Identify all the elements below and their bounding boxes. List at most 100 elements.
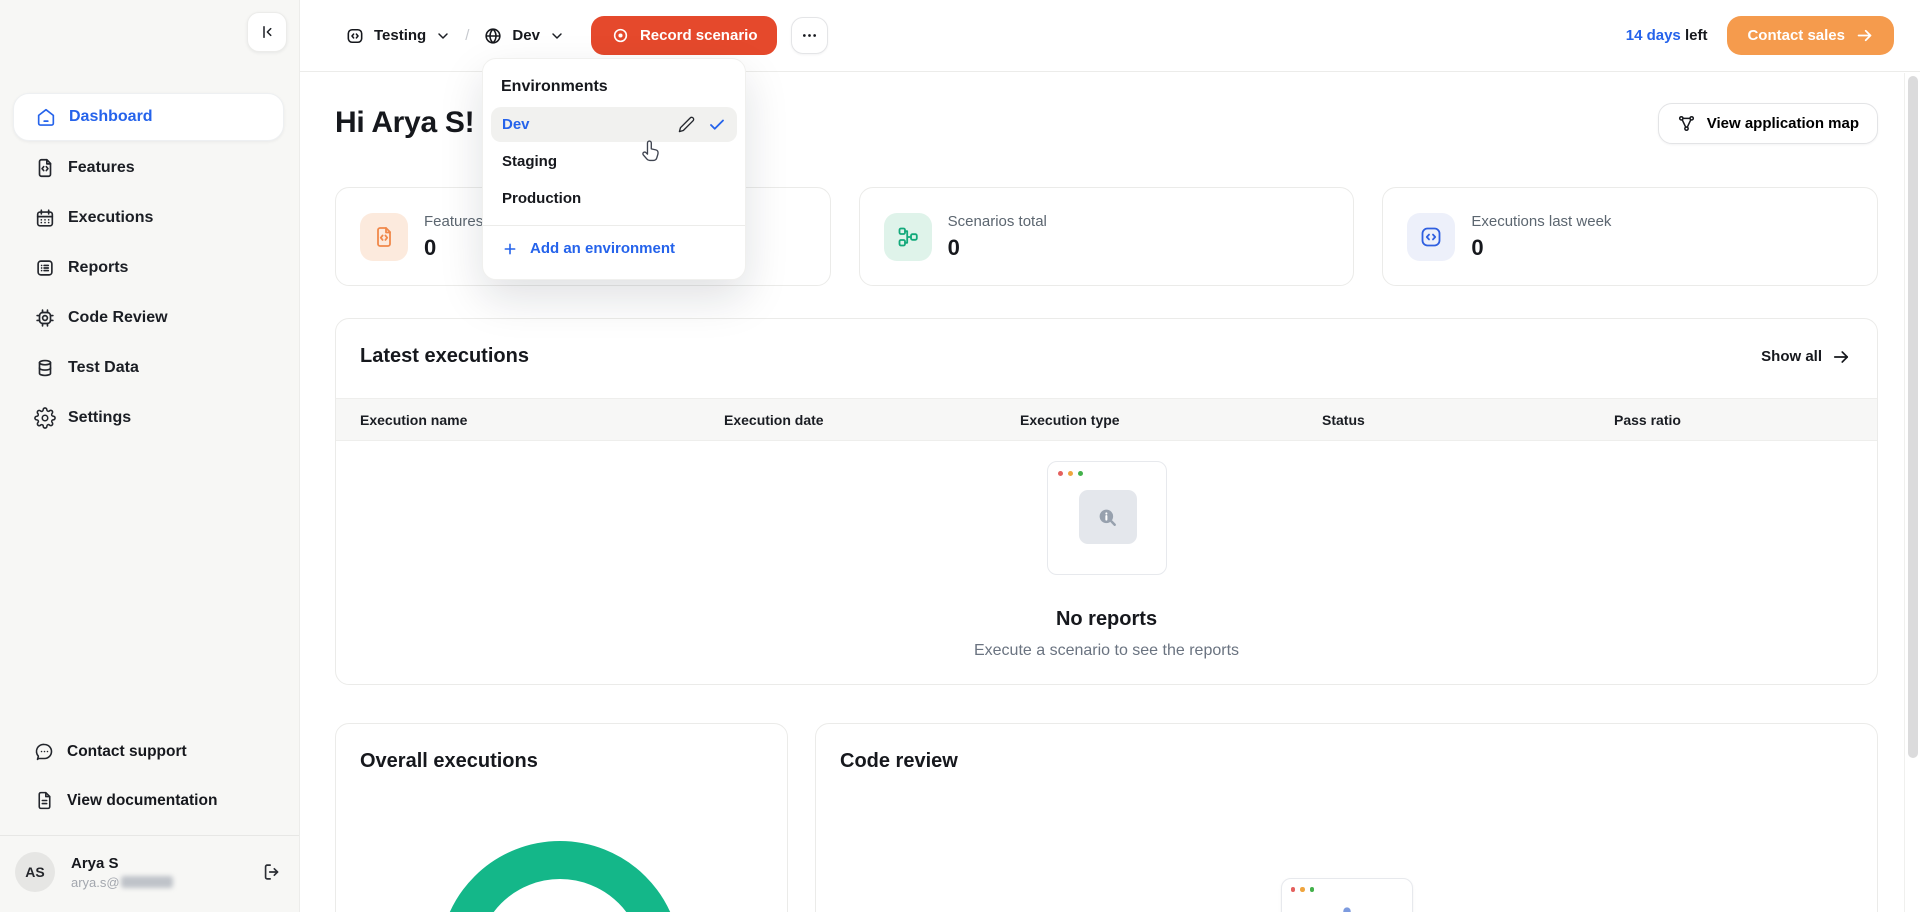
chevron-down-icon [435, 28, 451, 44]
record-scenario-button[interactable]: Record scenario [591, 16, 778, 55]
show-all-label: Show all [1761, 348, 1822, 365]
trial-countdown: 14 days left [1626, 27, 1708, 44]
traffic-lights [1291, 887, 1315, 892]
environment-option-staging[interactable]: Staging [491, 144, 737, 179]
column-header: Pass ratio [1614, 412, 1853, 428]
sidebar-item-label: Dashboard [69, 108, 153, 126]
ellipsis-icon [800, 26, 819, 45]
arrow-right-icon [1831, 347, 1851, 367]
sidebar-item-settings[interactable]: Settings [0, 393, 299, 443]
sidebar-item-executions[interactable]: Executions [0, 193, 299, 243]
document-icon [34, 790, 55, 811]
gear-icon [34, 407, 56, 429]
home-icon [35, 106, 57, 128]
sidebar-item-label: Executions [68, 209, 153, 227]
page-title: Hi Arya S! [335, 106, 474, 140]
robot-icon [1319, 902, 1375, 912]
empty-state: No reports Execute a scenario to see the… [336, 441, 1877, 660]
sidebar-item-label: Code Review [68, 309, 168, 327]
chat-icon [34, 741, 55, 762]
project-selector[interactable]: Testing [345, 26, 451, 46]
environment-option-label: Production [502, 190, 581, 207]
show-all-link[interactable]: Show all [1761, 347, 1851, 367]
collapse-sidebar-icon [258, 23, 276, 41]
page-scrollbar-track[interactable] [1904, 73, 1920, 912]
environment-option-dev[interactable]: Dev [491, 107, 737, 142]
breadcrumb-separator: / [465, 27, 469, 44]
yellow-dot [1300, 887, 1305, 892]
stat-card-scenarios: Scenarios total 0 [859, 187, 1355, 286]
sidebar-item-code-review[interactable]: Code Review [0, 293, 299, 343]
column-header: Status [1322, 412, 1614, 428]
column-header: Execution type [1020, 412, 1322, 428]
contact-support-link[interactable]: Contact support [0, 727, 299, 776]
arrow-right-icon [1855, 26, 1874, 45]
app-root: Dashboard Features Executions Reports [0, 0, 1920, 912]
stat-texts: Scenarios total 0 [948, 213, 1047, 261]
sidebar-item-label: Reports [68, 259, 128, 277]
empty-state-title: No reports [1056, 608, 1157, 631]
pencil-icon[interactable] [678, 116, 695, 133]
view-documentation-link[interactable]: View documentation [0, 776, 299, 825]
overall-executions-card: Overall executions [335, 723, 788, 912]
user-profile[interactable]: AS Arya S arya.s@ [0, 836, 299, 912]
stat-texts: Executions last week 0 [1471, 213, 1611, 261]
stat-card-executions: Executions last week 0 [1382, 187, 1878, 286]
view-application-map-button[interactable]: View application map [1658, 103, 1878, 144]
environment-label: Dev [512, 27, 540, 44]
trial-days: 14 days [1626, 27, 1681, 44]
environment-option-label: Dev [502, 116, 530, 133]
avatar: AS [15, 852, 55, 892]
calendar-icon [34, 207, 56, 229]
green-dot [1078, 471, 1083, 476]
stat-label: Scenarios total [948, 213, 1047, 230]
environments-dropdown: Environments Dev Staging Production Add … [482, 58, 746, 280]
globe-icon [483, 26, 503, 46]
contact-sales-label: Contact sales [1747, 27, 1845, 44]
add-environment-button[interactable]: Add an environment [491, 226, 737, 271]
user-name: Arya S [71, 855, 261, 872]
section-title: Latest executions [360, 345, 529, 368]
bottom-cards-row: Overall executions Code review [335, 723, 1878, 912]
collapse-sidebar-button[interactable] [247, 12, 287, 52]
report-list-icon [34, 257, 56, 279]
scenario-tree-icon [884, 213, 932, 261]
chip-icon [34, 307, 56, 329]
code-icon [1407, 213, 1455, 261]
stat-value: 0 [1471, 235, 1611, 261]
illustration-tile [1079, 490, 1137, 544]
sidebar-item-features[interactable]: Features [0, 143, 299, 193]
chevron-down-icon [549, 28, 565, 44]
sidebar: Dashboard Features Executions Reports [0, 0, 300, 912]
environment-option-label: Staging [502, 153, 557, 170]
feature-file-icon [360, 213, 408, 261]
red-dot [1291, 887, 1296, 892]
logout-icon[interactable] [261, 861, 283, 883]
record-scenario-label: Record scenario [640, 27, 758, 44]
page-scrollbar-thumb[interactable] [1908, 76, 1918, 758]
more-options-button[interactable] [791, 17, 828, 54]
empty-state-subtitle: Execute a scenario to see the reports [974, 642, 1239, 660]
contact-sales-button[interactable]: Contact sales [1727, 16, 1894, 55]
latest-executions-card: Latest executions Show all Execution nam… [335, 318, 1878, 685]
red-dot [1058, 471, 1063, 476]
project-label: Testing [374, 27, 426, 44]
record-icon [611, 26, 630, 45]
environment-option-production[interactable]: Production [491, 181, 737, 216]
table-header-row: Execution name Execution date Execution … [336, 398, 1877, 441]
trial-suffix: left [1685, 27, 1708, 44]
search-info-icon [1094, 504, 1121, 531]
plus-icon [502, 241, 518, 257]
view-application-map-label: View application map [1707, 115, 1859, 132]
yellow-dot [1068, 471, 1073, 476]
green-dot [1310, 887, 1315, 892]
check-icon [708, 116, 726, 134]
browser-illustration [1047, 461, 1167, 575]
environment-selector[interactable]: Dev [483, 26, 565, 46]
sidebar-item-test-data[interactable]: Test Data [0, 343, 299, 393]
sidebar-item-dashboard[interactable]: Dashboard [13, 93, 284, 141]
sidebar-item-label: Features [68, 159, 135, 177]
sidebar-item-reports[interactable]: Reports [0, 243, 299, 293]
sidebar-nav: Dashboard Features Executions Reports [0, 93, 299, 443]
feature-file-icon [34, 157, 56, 179]
